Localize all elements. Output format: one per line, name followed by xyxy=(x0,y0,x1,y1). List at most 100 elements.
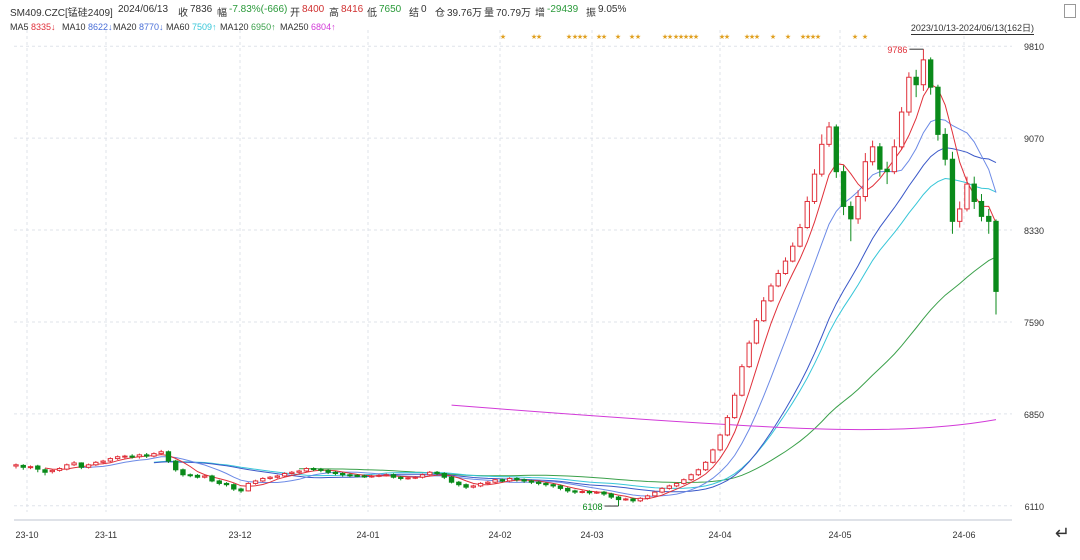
candle-body xyxy=(310,468,317,471)
candle-body xyxy=(13,464,19,467)
candle-body xyxy=(898,111,905,148)
candle-body xyxy=(666,485,673,489)
candle-body xyxy=(797,227,803,247)
candle-body xyxy=(136,454,143,458)
candle-body xyxy=(731,394,738,419)
candlestick-chart[interactable]: 9810 9070 8330 7590 6850 6110 23-10 23-11 23-12 2… xyxy=(0,0,1080,560)
annotation-label: 9786 xyxy=(887,45,907,55)
candle-body xyxy=(122,455,128,458)
candle-body xyxy=(114,456,121,460)
candle-body xyxy=(855,196,861,220)
candle-body xyxy=(521,479,527,482)
candle-body xyxy=(768,285,774,302)
candle-body xyxy=(681,479,687,484)
candle-body xyxy=(216,480,222,484)
candle-body xyxy=(376,474,382,477)
ma60-line xyxy=(153,177,997,489)
candle-body xyxy=(463,484,469,488)
candle-body xyxy=(702,461,709,471)
candle-body xyxy=(506,477,513,482)
signal-star: ★ xyxy=(615,33,621,41)
candle-body xyxy=(303,468,310,472)
y-tick-label: 9070 xyxy=(1024,134,1044,144)
candle-body xyxy=(891,146,898,173)
candle-body xyxy=(238,488,244,492)
x-tick-label: 24-03 xyxy=(580,530,603,540)
candle-body xyxy=(412,476,418,479)
candle-body xyxy=(594,491,600,494)
candle-body xyxy=(209,475,215,482)
candle-body xyxy=(27,466,34,469)
candle-body xyxy=(833,126,839,173)
candle-body xyxy=(492,479,498,483)
candle-body xyxy=(775,273,781,287)
candle-body xyxy=(623,498,629,501)
candle-body xyxy=(819,143,825,175)
candle-body xyxy=(615,496,622,501)
candle-body xyxy=(434,471,440,474)
candle-body xyxy=(383,474,389,477)
candle-body xyxy=(586,491,593,494)
candle-body xyxy=(485,481,491,484)
candle-body xyxy=(826,126,832,145)
candle-body xyxy=(274,475,281,478)
x-tick-label: 24-06 xyxy=(952,530,975,540)
signal-star: ★ xyxy=(862,33,868,41)
candle-body xyxy=(550,484,556,487)
candle-body xyxy=(601,491,607,495)
signal-star: ★ xyxy=(815,33,821,41)
candle-body xyxy=(572,490,578,493)
candle-body xyxy=(289,471,295,474)
candle-body xyxy=(877,146,883,170)
ma120-line xyxy=(299,256,997,483)
candle-body xyxy=(746,342,752,368)
candle-body xyxy=(543,482,549,486)
candle-body xyxy=(49,469,55,473)
candle-body xyxy=(441,472,447,478)
candle-body xyxy=(448,476,455,483)
x-tick-label: 24-05 xyxy=(828,530,851,540)
candle-body xyxy=(499,479,506,482)
x-tick-label: 24-02 xyxy=(488,530,511,540)
candle-body xyxy=(869,146,876,163)
candle-body xyxy=(848,205,854,220)
candle-body xyxy=(717,434,723,451)
y-tick-label: 8330 xyxy=(1024,226,1044,236)
candle-body xyxy=(957,208,963,222)
candle-body xyxy=(165,451,172,462)
candle-body xyxy=(158,451,164,455)
signal-star: ★ xyxy=(754,33,760,41)
candle-body xyxy=(325,469,331,473)
candle-body xyxy=(753,320,760,344)
annotation-label: 6108 xyxy=(582,502,602,512)
candle-body xyxy=(398,476,404,479)
candle-body xyxy=(252,480,259,484)
x-tick-label: 23-10 xyxy=(15,530,38,540)
candle-body xyxy=(20,464,26,468)
candle-body xyxy=(231,484,237,490)
candle-body xyxy=(565,487,571,492)
signal-star: ★ xyxy=(582,33,588,41)
candle-body xyxy=(862,161,869,198)
candle-body xyxy=(535,481,542,484)
candle-body xyxy=(811,173,818,202)
candle-body xyxy=(332,471,339,474)
candle-body xyxy=(100,460,106,463)
signal-star: ★ xyxy=(724,33,730,41)
candle-body xyxy=(129,455,135,458)
x-tick-label: 24-04 xyxy=(708,530,731,540)
candle-body xyxy=(347,474,353,477)
x-tick-label: 23-12 xyxy=(228,530,251,540)
candle-body xyxy=(964,183,970,210)
candle-body xyxy=(913,76,919,86)
y-tick-label: 6110 xyxy=(1025,502,1044,512)
y-tick-label: 6850 xyxy=(1024,410,1044,420)
candle-body xyxy=(739,366,745,396)
candle-body xyxy=(223,482,230,486)
candle-body xyxy=(85,464,92,468)
signal-star: ★ xyxy=(500,33,506,41)
signal-star: ★ xyxy=(635,33,641,41)
candle-body xyxy=(260,477,266,482)
candle-body xyxy=(267,476,273,479)
candle-body xyxy=(369,475,375,478)
